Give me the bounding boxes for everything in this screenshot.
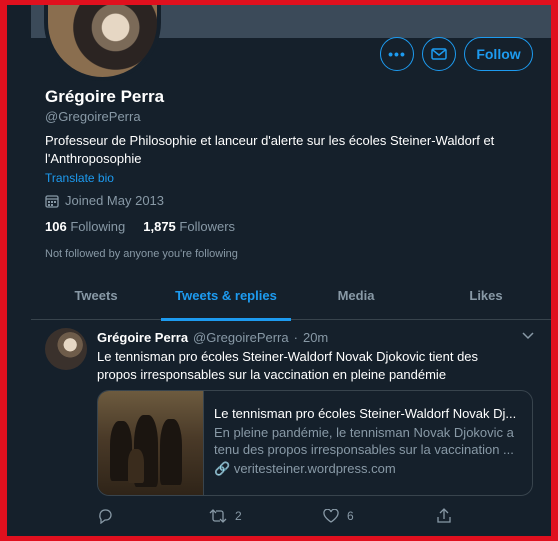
tab-likes[interactable]: Likes: [421, 275, 551, 319]
reply-icon: [99, 509, 112, 524]
followers-link[interactable]: 1,875 Followers: [143, 219, 235, 234]
heart-icon: [323, 509, 339, 523]
profile-name: Grégoire Perra: [45, 87, 165, 106]
followers-count: 1,875: [143, 219, 176, 234]
like-button[interactable]: 6: [323, 508, 437, 524]
retweet-button[interactable]: 2: [209, 508, 323, 524]
not-followed-note: Not followed by anyone you're following: [45, 248, 238, 260]
tab-media[interactable]: Media: [291, 275, 421, 319]
followers-label: Followers: [179, 219, 236, 234]
tweet-author-name[interactable]: Grégoire Perra: [97, 330, 188, 345]
profile-page: ••• Follow Grégoire Perra @GregoirePerra…: [7, 5, 551, 536]
following-count: 106: [45, 219, 67, 234]
follow-button[interactable]: Follow: [464, 37, 533, 71]
more-button[interactable]: •••: [380, 37, 414, 71]
card-thumbnail: [98, 391, 204, 495]
like-count: 6: [347, 509, 354, 523]
tweet-text: Le tennisman pro écoles Steiner-Waldorf …: [97, 349, 479, 382]
profile-bio: Professeur de Philosophie et lanceur d'a…: [45, 133, 495, 166]
share-icon: [437, 508, 451, 523]
tweet-avatar[interactable]: [45, 328, 87, 370]
profile-tabs: Tweets Tweets & replies Media Likes: [31, 275, 551, 321]
following-label: Following: [70, 219, 126, 234]
envelope-icon: [431, 48, 447, 60]
card-url: 🔗 veritesteiner.wordpress.com: [214, 460, 522, 477]
joined-text: Joined May 2013: [65, 193, 165, 208]
profile-avatar[interactable]: [44, 5, 161, 81]
tweet-header: Grégoire Perra @GregoirePerra · 20m: [97, 330, 328, 345]
card-title: Le tennisman pro écoles Steiner-Waldorf …: [214, 406, 517, 421]
profile-handle: @GregoirePerra: [45, 109, 141, 124]
following-link[interactable]: 106 Following: [45, 219, 125, 234]
more-icon: •••: [388, 46, 406, 62]
retweet-count: 2: [235, 509, 242, 523]
link-preview-card[interactable]: Le tennisman pro écoles Steiner-Waldorf …: [97, 390, 533, 496]
translate-bio-link[interactable]: Translate bio: [45, 171, 114, 185]
tab-tweets[interactable]: Tweets: [31, 275, 161, 319]
tweet-separator: ·: [293, 330, 298, 345]
follow-counts: 106 Following 1,875 Followers: [45, 219, 235, 234]
message-button[interactable]: [422, 37, 456, 71]
share-button[interactable]: [437, 508, 451, 524]
chevron-down-icon[interactable]: [522, 329, 534, 343]
reply-button[interactable]: [97, 508, 209, 524]
link-icon: 🔗: [214, 461, 231, 476]
calendar-icon: [45, 194, 59, 208]
tweet-time[interactable]: 20m: [303, 330, 328, 345]
tweet-author-handle[interactable]: @GregoirePerra: [193, 330, 289, 345]
card-description: En pleine pandémie, le tennisman Novak D…: [214, 425, 514, 457]
tab-tweets-and-replies[interactable]: Tweets & replies: [161, 275, 291, 321]
card-body: Le tennisman pro écoles Steiner-Waldorf …: [204, 391, 532, 495]
retweet-icon: [209, 509, 227, 523]
card-url-text: veritesteiner.wordpress.com: [233, 461, 396, 476]
joined-date: Joined May 2013: [45, 193, 164, 208]
tweet-actions: 2 6: [97, 508, 467, 524]
